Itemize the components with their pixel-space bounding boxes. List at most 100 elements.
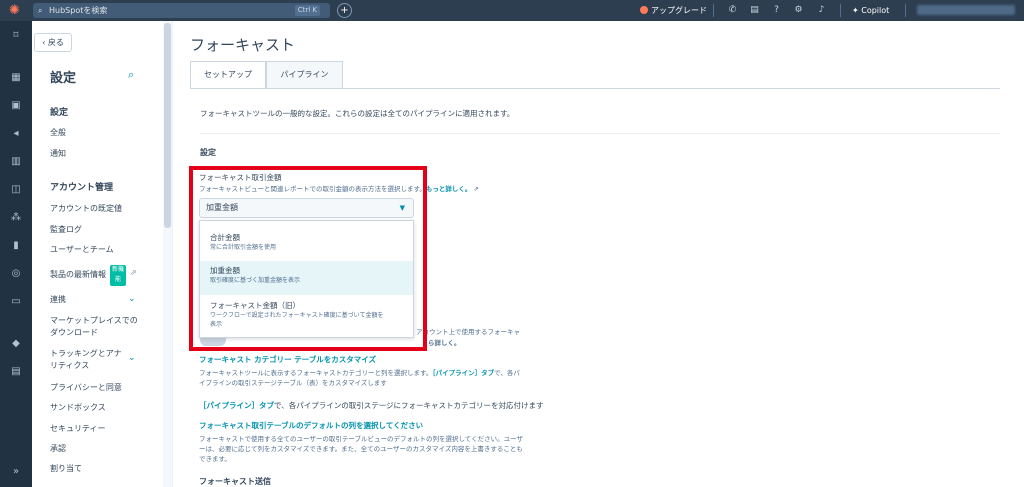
reports-icon[interactable]: ▮ bbox=[9, 239, 23, 253]
external-link-icon: ⇗ bbox=[130, 268, 137, 277]
folder-icon[interactable]: ▭ bbox=[9, 295, 23, 309]
sidebar-item-notifications[interactable]: 通知 bbox=[50, 149, 66, 159]
category-desc-b: で、各パ bbox=[494, 369, 520, 377]
global-icon-rail: ⌑ ▦ ▣ ◂ ▥ ◫ ⁂ ▮ ◎ ▭ ◆ ▤ » bbox=[0, 21, 32, 487]
amount-desc-text: フォーキャストビューと関連レポートでの取引金額の表示方法を選択します。 bbox=[199, 185, 426, 193]
sidebar-item-approvals[interactable]: 承認 bbox=[50, 444, 66, 454]
tab-setup[interactable]: セットアップ bbox=[190, 61, 266, 89]
external-link-icon: ⇗ bbox=[473, 185, 479, 193]
megaphone-icon[interactable]: ◂ bbox=[9, 127, 23, 141]
upgrade-label: アップグレード bbox=[651, 6, 707, 15]
forecast-submission-heading: フォーキャスト送信 bbox=[199, 477, 271, 486]
option-desc: 取引確度に基づく加重金額を表示 bbox=[210, 277, 301, 284]
pipeline-mapping-text: ［パイプライン］タブで、各パイプラインの取引ステージにフォーキャストカテゴリーを… bbox=[199, 401, 544, 411]
option-weighted-amount[interactable]: 加重金額 取引確度に基づく加重金額を表示 bbox=[200, 261, 413, 295]
sidebar-title: 設定 bbox=[50, 71, 77, 86]
tab-divider bbox=[190, 88, 1000, 89]
sidebar-item-assignments[interactable]: 割り当て bbox=[50, 464, 82, 474]
option-label: フォーキャスト金額（旧） bbox=[210, 301, 300, 310]
sidebar-section-settings: 設定 bbox=[50, 108, 69, 118]
option-label: 加重金額 bbox=[210, 266, 240, 275]
sidebar-item-audit-log[interactable]: 監査ログ bbox=[50, 225, 82, 235]
pipeline-tab-link[interactable]: ［パイプライン］タブ bbox=[432, 369, 494, 377]
option-desc: 常に合計取引金額を使用 bbox=[210, 244, 277, 251]
hubspot-logo-icon[interactable]: ✺ bbox=[7, 3, 22, 18]
default-columns-link[interactable]: フォーキャスト取引テーブルのデフォルトの列を選択してください bbox=[199, 421, 423, 431]
commerce-icon[interactable]: ◫ bbox=[9, 183, 23, 197]
search-shortcut: Ctrl K bbox=[294, 5, 320, 16]
shortcut-ctrl: Ctrl bbox=[297, 6, 311, 14]
create-new-button[interactable]: + bbox=[337, 3, 352, 18]
top-navigation-bar: ✺ ⌕ HubSpotを検索 Ctrl K + アップグレード ✆ ▤ ? ⚙ … bbox=[0, 0, 1024, 21]
sidebar-item-account-defaults[interactable]: アカウントの既定値 bbox=[50, 204, 122, 214]
chevron-down-icon[interactable]: ⌄ bbox=[128, 353, 136, 363]
pipeline-tab-link[interactable]: ［パイプライン］タブ bbox=[199, 401, 274, 410]
option-total-amount[interactable]: 合計金額 常に合計取引金額を使用 bbox=[200, 229, 413, 263]
sidebar-item-tracking-line2[interactable]: リティクス bbox=[50, 361, 89, 371]
sidebar-item-marketplace-line2[interactable]: ダウンロード bbox=[50, 328, 98, 338]
sidebar-item-marketplace-line1[interactable]: マーケットプレイスでの bbox=[50, 316, 138, 326]
search-icon[interactable]: ⌕ bbox=[128, 68, 134, 82]
back-button[interactable]: ‹ 戻る bbox=[34, 33, 72, 52]
search-placeholder: HubSpotを検索 bbox=[49, 6, 108, 15]
option-label: 合計金額 bbox=[210, 233, 240, 242]
sidebar-item-security[interactable]: セキュリティー bbox=[50, 424, 106, 434]
search-icon: ⌕ bbox=[38, 6, 43, 15]
selected-value: 加重金額 bbox=[206, 203, 238, 212]
new-badge: 新機能 bbox=[110, 265, 126, 286]
sidebar-item-privacy[interactable]: プライバシーと同意 bbox=[50, 383, 122, 393]
customize-category-table-link[interactable]: フォーキャスト カテゴリー テーブルをカスタマイズ bbox=[199, 355, 376, 365]
tab-pipeline[interactable]: パイプライン bbox=[266, 61, 343, 89]
copilot-label: Copilot bbox=[861, 6, 890, 15]
bell-icon[interactable]: ♪ bbox=[815, 4, 828, 17]
hidden-setting-desc: アカウント上で使用するフォーキャ bbox=[416, 328, 520, 336]
sparkle-icon: ✦ bbox=[852, 6, 862, 15]
page-title: フォーキャスト bbox=[190, 36, 296, 54]
content-icon[interactable]: ▥ bbox=[9, 155, 23, 169]
default-cols-desc-line1: フォーキャストで使用する全てのユーザーの取引テーブルビューのデフォルトの列を選択… bbox=[199, 435, 523, 443]
library-icon[interactable]: ▤ bbox=[9, 365, 23, 379]
bookmark-icon[interactable]: ⌑ bbox=[9, 29, 23, 43]
hidden-learn-more-link[interactable]: ら詳しく。 bbox=[428, 338, 461, 348]
sidebar-item-product-updates[interactable]: 製品の最新情報 bbox=[50, 270, 106, 280]
sidebar-scrollbar[interactable] bbox=[163, 21, 172, 487]
contacts-icon[interactable]: ▣ bbox=[9, 99, 23, 113]
default-cols-desc-line3: できます。 bbox=[199, 455, 231, 463]
pipeline-mapping-desc: で、各パイプラインの取引ステージにフォーキャストカテゴリーを対応付けます bbox=[274, 401, 544, 410]
help-icon[interactable]: ? bbox=[770, 4, 783, 17]
divider bbox=[840, 4, 841, 17]
account-menu-blurred[interactable] bbox=[917, 5, 1015, 15]
sidebar-item-tracking-line1[interactable]: トラッキングとアナ bbox=[50, 349, 122, 359]
sidebar-item-users-teams[interactable]: ユーザーとチーム bbox=[50, 245, 114, 255]
upgrade-button[interactable]: アップグレード bbox=[640, 4, 707, 17]
default-cols-desc-line2: ーは、必要に応じて列をカスタマイズできます。また、全てのユーザーのカスタマイズ内… bbox=[199, 445, 523, 453]
amount-dropdown-menu: 合計金額 常に合計取引金額を使用 加重金額 取引確度に基づく加重金額を表示 フォ… bbox=[199, 220, 414, 338]
phone-icon[interactable]: ✆ bbox=[726, 4, 739, 17]
sidebar-item-integrations[interactable]: 連携 bbox=[50, 295, 66, 305]
database-icon[interactable]: ◎ bbox=[9, 267, 23, 281]
amount-select[interactable]: 加重金額 ▼ bbox=[199, 198, 414, 218]
shortcut-key: K bbox=[312, 6, 317, 14]
workflows-icon[interactable]: ⁂ bbox=[9, 211, 23, 225]
marketplace-icon[interactable]: ▤ bbox=[748, 4, 761, 17]
scrollbar-thumb[interactable] bbox=[164, 23, 171, 228]
expand-rail-icon[interactable]: » bbox=[9, 465, 23, 479]
global-search-input[interactable]: ⌕ HubSpotを検索 Ctrl K bbox=[33, 3, 330, 18]
pin-icon[interactable]: ◆ bbox=[9, 337, 23, 351]
learn-more-link[interactable]: もっと詳しく。 bbox=[426, 185, 472, 193]
gear-icon[interactable]: ⚙ bbox=[792, 4, 805, 17]
chevron-down-icon[interactable]: ⌄ bbox=[128, 294, 136, 304]
copilot-button[interactable]: ✦ Copilot bbox=[852, 4, 889, 17]
apps-grid-icon[interactable]: ▦ bbox=[9, 71, 23, 85]
upgrade-icon bbox=[640, 6, 648, 14]
category-desc-line1: フォーキャストツールに表示するフォーキャストカテゴリーと列を選択します。［パイプ… bbox=[199, 368, 520, 378]
option-desc-line2: 表示 bbox=[210, 321, 223, 328]
sidebar-section-account-management: アカウント管理 bbox=[50, 183, 114, 193]
sidebar-item-general[interactable]: 全般 bbox=[50, 128, 66, 138]
caret-down-icon: ▼ bbox=[399, 204, 405, 212]
option-desc-line1: ワークフローで設定されたフォーキャスト確度に基づいて金額を bbox=[210, 312, 384, 319]
divider bbox=[713, 4, 714, 17]
sidebar-item-sandbox[interactable]: サンドボックス bbox=[50, 403, 106, 413]
option-forecast-amount-legacy[interactable]: フォーキャスト金額（旧） ワークフローで設定されたフォーキャスト確度に基づいて金… bbox=[200, 298, 413, 338]
back-label: 戻る bbox=[47, 38, 64, 47]
